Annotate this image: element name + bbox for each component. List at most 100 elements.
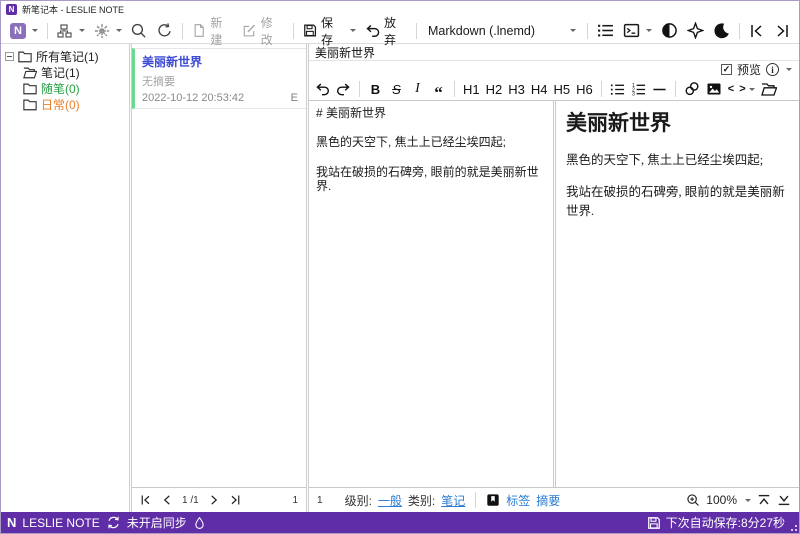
main-area: 所有笔记(1) 笔记(1) 随笔(0) 日常(0) 美丽新世界 无摘要 2022… <box>1 44 799 512</box>
heading2-button[interactable]: H2 <box>484 80 505 98</box>
new-document-icon <box>194 24 204 37</box>
folder-icon <box>23 83 37 94</box>
italic-button[interactable]: I <box>408 80 427 98</box>
last-page-icon[interactable] <box>229 494 241 506</box>
heading6-button[interactable]: H6 <box>574 80 595 98</box>
summary-link[interactable]: 摘要 <box>536 492 560 509</box>
collapse-left-button[interactable] <box>745 21 769 41</box>
collapse-right-button[interactable] <box>770 21 794 41</box>
code-button[interactable]: < > <box>726 80 757 98</box>
scroll-to-bottom-icon[interactable] <box>777 493 791 507</box>
image-icon <box>707 83 721 95</box>
horizontal-rule-button[interactable] <box>650 80 669 98</box>
collapse-right-icon <box>777 24 788 37</box>
outline-button[interactable] <box>593 20 618 41</box>
first-page-icon[interactable] <box>140 494 152 506</box>
markdown-toolbar: B S I “ H1 H2 H3 H4 H5 H6 1 2 3 < > <box>309 78 799 101</box>
sync-icon <box>108 516 119 529</box>
format-selector-value: Markdown (.lnemd) <box>428 23 535 38</box>
editor-split-view: # 美丽新世界 黑色的天空下, 焦土上已经尘埃四起; 我站在破损的石碑旁, 眼前… <box>309 100 799 487</box>
editor-pane: 美丽新世界 ✓ 预览 i B S I “ H1 H2 H3 H4 H5 H6 1… <box>309 44 799 512</box>
sidebar-item-essays[interactable]: 随笔(0) <box>3 80 127 96</box>
heading5-button[interactable]: H5 <box>552 80 573 98</box>
note-list-item[interactable]: 美丽新世界 无摘要 2022-10-12 20:53:42 E <box>132 48 306 109</box>
quote-button[interactable]: “ <box>429 80 448 101</box>
info-icon[interactable]: i <box>766 63 779 76</box>
note-title: 美丽新世界 <box>142 55 203 69</box>
heading4-button[interactable]: H4 <box>529 80 550 98</box>
level-label: 级别: <box>344 493 372 508</box>
preview-checkbox[interactable]: ✓ <box>720 64 732 75</box>
unordered-list-button[interactable] <box>608 80 627 98</box>
search-icon <box>131 23 146 38</box>
note-list-pane: 美丽新世界 无摘要 2022-10-12 20:53:42 E 1 /1 1 <box>132 44 306 512</box>
chevron-down-icon <box>745 498 751 502</box>
new-note-label: 新建 <box>210 15 223 47</box>
terminal-button[interactable] <box>619 20 656 41</box>
markdown-source-editor[interactable]: # 美丽新世界 黑色的天空下, 焦土上已经尘埃四起; 我站在破损的石碑旁, 眼前… <box>309 101 553 487</box>
redo-icon <box>336 83 350 95</box>
status-bar: N LESLIE NOTE 未开启同步 下次自动保存:8分27秒 <box>1 512 799 533</box>
level-value-link[interactable]: 一般 <box>378 492 402 509</box>
folder-open-icon <box>23 67 37 78</box>
chevron-down-icon <box>79 29 85 32</box>
resize-grip[interactable] <box>788 522 798 532</box>
contrast-theme-button[interactable] <box>657 20 682 41</box>
divider <box>182 22 183 39</box>
notebook-tree-button[interactable] <box>53 21 89 41</box>
app-menu-button[interactable]: N <box>6 21 42 41</box>
category-sidebar: 所有笔记(1) 笔记(1) 随笔(0) 日常(0) <box>1 44 129 512</box>
divider <box>600 81 602 97</box>
redo-button[interactable] <box>334 80 353 98</box>
zoom-level[interactable]: 100% <box>706 493 737 507</box>
app-logo-icon: N <box>6 4 17 15</box>
tags-link[interactable]: 标签 <box>506 492 530 509</box>
strikethrough-button[interactable]: S <box>387 80 406 98</box>
discard-label: 放弃 <box>384 15 397 47</box>
pin-button[interactable] <box>683 20 708 41</box>
sync-status-text[interactable]: 未开启同步 <box>127 514 187 531</box>
save-icon <box>303 24 316 37</box>
divider <box>292 22 294 39</box>
edit-icon <box>244 24 256 37</box>
sparkle-icon <box>94 23 110 38</box>
scroll-to-top-icon[interactable] <box>757 493 771 507</box>
sidebar-item-all-notes[interactable]: 所有笔记(1) <box>3 48 127 64</box>
prev-page-icon[interactable] <box>161 494 173 506</box>
sidebar-item-notes[interactable]: 笔记(1) <box>3 64 127 80</box>
undo-button[interactable] <box>313 80 332 98</box>
heading1-button[interactable]: H1 <box>461 80 482 98</box>
current-page: 1 <box>182 494 188 506</box>
sidebar-item-label: 笔记(1) <box>41 65 80 80</box>
bold-button[interactable]: B <box>366 80 385 98</box>
note-title-input[interactable]: 美丽新世界 <box>309 44 799 61</box>
ordered-list-button[interactable]: 123 <box>629 80 648 98</box>
category-value-link[interactable]: 笔记 <box>441 492 465 509</box>
link-button[interactable] <box>682 80 702 98</box>
sidebar-item-daily[interactable]: 日常(0) <box>3 96 127 112</box>
heading3-button[interactable]: H3 <box>506 80 527 98</box>
terminal-icon <box>623 23 640 38</box>
quick-actions-button[interactable] <box>90 21 126 41</box>
attach-file-button[interactable] <box>759 80 779 98</box>
search-button[interactable] <box>126 20 151 41</box>
autosave-countdown: 下次自动保存:8分27秒 <box>665 516 785 530</box>
zoom-in-icon[interactable] <box>686 493 700 507</box>
page-total: /1 <box>190 494 199 506</box>
format-selector-dropdown[interactable]: Markdown (.lnemd) <box>422 22 582 40</box>
sidebar-item-label: 所有笔记(1) <box>36 49 99 64</box>
next-page-icon[interactable] <box>208 494 220 506</box>
tree-icon <box>57 23 72 38</box>
window-title: 新笔记本 - LESLIE NOTE <box>22 5 125 15</box>
bookmark-icon[interactable] <box>486 493 500 507</box>
image-button[interactable] <box>704 80 724 98</box>
divider <box>475 492 477 508</box>
dark-mode-button[interactable] <box>709 20 734 41</box>
collapse-expander-icon[interactable] <box>5 51 14 61</box>
outline-list-icon <box>598 24 613 37</box>
ink-drop-icon[interactable] <box>193 516 206 530</box>
undo-icon <box>366 24 379 37</box>
preview-label: 预览 <box>736 63 761 77</box>
note-datetime: 2022-10-12 20:53:42 <box>142 92 245 104</box>
refresh-button[interactable] <box>152 20 177 41</box>
